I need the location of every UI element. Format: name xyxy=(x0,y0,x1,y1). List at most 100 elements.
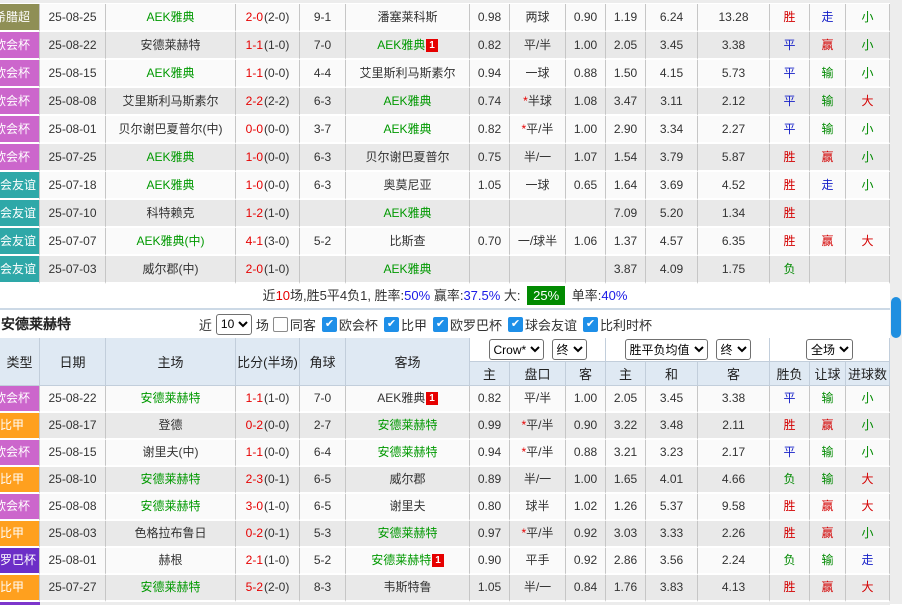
asian-handicap-cell: *平/半 xyxy=(510,440,566,467)
unchecked-checkbox-icon[interactable] xyxy=(273,317,288,332)
checked-checkbox-icon[interactable] xyxy=(433,317,448,332)
euro-stage-select[interactable]: 终 xyxy=(716,339,751,360)
goals-result-cell: 走 xyxy=(846,548,890,575)
asian-handicap-line: 一球 xyxy=(525,178,549,192)
match-type-badge: 球会友谊 xyxy=(0,200,40,226)
euro-home-odds: 2.05 xyxy=(606,386,646,413)
match-type-badge: 比甲 xyxy=(0,413,40,438)
euro-draw-odds: 3.83 xyxy=(646,575,698,602)
asian-away-odds: 0.88 xyxy=(566,440,606,467)
team-name: 安德莱赫特 xyxy=(140,472,200,486)
filter-欧会杯[interactable]: 欧会杯 xyxy=(322,315,378,334)
handicap-result-label: 赢 xyxy=(821,38,833,52)
filter-比利时杯[interactable]: 比利时杯 xyxy=(583,315,652,334)
asian-handicap-line: 半/一 xyxy=(524,150,551,164)
goals-result-label: 小 xyxy=(861,38,873,52)
euro-away-odds: 4.13 xyxy=(698,575,770,602)
goals-result-label: 小 xyxy=(862,526,874,540)
asian-handicap-line: 球半 xyxy=(525,499,549,513)
goals-result-cell: 大 xyxy=(846,228,890,256)
away-team-cell: 潘塞莱科斯 xyxy=(346,4,470,32)
euro-home-odds: 3.03 xyxy=(606,521,646,548)
home-team-cell: 赫根 xyxy=(106,548,236,575)
halftime-score: (1-0) xyxy=(264,206,289,220)
fulltime-score: 2-0 xyxy=(246,262,263,276)
near-label: 近 xyxy=(199,315,212,334)
team-rank-badge: 1 xyxy=(426,392,438,405)
euro-draw-odds: 4.01 xyxy=(646,467,698,494)
anderlecht-matches-table: 类型日期主场比分(半场)角球客场Crow*终胜平负均值终全场主盘口客主和客胜负让… xyxy=(0,338,890,602)
match-type-badge: 球会友谊 xyxy=(0,172,40,198)
match-type-badge: 欧会杯 xyxy=(0,32,40,58)
team-name: AEK雅典 xyxy=(377,38,425,52)
team-name: 贝尔谢巴夏普尔 xyxy=(365,150,449,164)
euro-home-odds: 3.47 xyxy=(606,88,646,116)
match-date: 25-08-08 xyxy=(40,88,106,116)
recent-form-summary: 近10场,胜5平4负1, 胜率:50% 赢率:37.5% 大: 25% 单率:4… xyxy=(0,284,890,310)
corner-score: 7-0 xyxy=(300,32,346,60)
goals-result-label: 小 xyxy=(861,150,873,164)
fulltime-score: 2-3 xyxy=(246,472,263,486)
match-result-label: 负 xyxy=(784,472,796,486)
team-name: AEK雅典 xyxy=(383,94,431,108)
asian-home-odds: 0.80 xyxy=(470,494,510,521)
team-name: AEK雅典 xyxy=(146,10,194,24)
dropdown-group-cell: Crow* 终 xyxy=(470,338,606,362)
checked-checkbox-icon[interactable] xyxy=(384,317,399,332)
home-team-cell: AEK雅典 xyxy=(106,60,236,88)
goals-result-cell: 大 xyxy=(846,88,890,116)
filter-欧罗巴杯[interactable]: 欧罗巴杯 xyxy=(433,315,502,334)
away-team-cell: 贝尔谢巴夏普尔 xyxy=(346,144,470,172)
filter-球会友谊[interactable]: 球会友谊 xyxy=(508,315,577,334)
match-type-cell: 球会友谊 xyxy=(0,228,40,256)
odds-provider-select[interactable]: Crow* xyxy=(489,339,544,360)
checked-checkbox-icon[interactable] xyxy=(583,317,598,332)
match-date: 25-08-15 xyxy=(40,60,106,88)
corner-score xyxy=(300,200,346,228)
match-row: 比甲25-07-27安德莱赫特5-2(2-0)8-3韦斯特鲁1.05半/一0.8… xyxy=(0,575,890,602)
team-name: 安德莱赫特 xyxy=(371,553,431,567)
dropdown-group: Crow* 终 xyxy=(470,339,605,360)
checked-checkbox-icon[interactable] xyxy=(508,317,523,332)
goals-result-cell: 小 xyxy=(846,60,890,88)
match-score-cell: 1-1(1-0) xyxy=(236,386,300,413)
home-team-cell: AEK雅典 xyxy=(106,4,236,32)
checked-checkbox-icon[interactable] xyxy=(322,317,337,332)
handicap-result-cell: 输 xyxy=(810,386,846,413)
column-header: 主 xyxy=(470,362,510,386)
match-date: 25-08-25 xyxy=(40,4,106,32)
away-team-cell: 安德莱赫特 xyxy=(346,521,470,548)
scope-select[interactable]: 全场 xyxy=(806,339,853,360)
asian-away-odds: 0.84 xyxy=(566,575,606,602)
euro-away-odds: 1.34 xyxy=(698,200,770,228)
match-row: 欧会杯25-08-08艾里斯利马斯素尔2-2(2-2)6-3AEK雅典0.74*… xyxy=(0,88,890,116)
avg-odds-select[interactable]: 胜平负均值 xyxy=(625,339,708,360)
home-team-cell: 艾里斯利马斯素尔 xyxy=(106,88,236,116)
filter-比甲[interactable]: 比甲 xyxy=(384,315,427,334)
asian-home-odds: 1.05 xyxy=(470,172,510,200)
match-result-cell: 胜 xyxy=(770,172,810,200)
euro-draw-odds: 3.34 xyxy=(646,116,698,144)
halftime-score: (1-0) xyxy=(264,553,289,567)
fulltime-score: 0-0 xyxy=(246,122,263,136)
scrollbar-thumb[interactable] xyxy=(891,297,901,338)
match-row: 球会友谊25-07-07AEK雅典(中)4-1(3-0)5-2比斯查0.70一/… xyxy=(0,228,890,256)
asian-stage-select[interactable]: 终 xyxy=(552,339,587,360)
asian-away-odds: 0.92 xyxy=(566,521,606,548)
match-score-cell: 1-1(0-0) xyxy=(236,60,300,88)
fulltime-score: 0-2 xyxy=(246,526,263,540)
match-score-cell: 3-0(1-0) xyxy=(236,494,300,521)
filter-同客[interactable]: 同客 xyxy=(273,315,316,334)
team-name: AEK雅典 xyxy=(383,206,431,220)
recent-count-select[interactable]: 10 xyxy=(216,314,252,335)
fulltime-score: 1-2 xyxy=(246,206,263,220)
scrollbar-track[interactable] xyxy=(890,0,902,604)
away-team-cell: 艾里斯利马斯素尔 xyxy=(346,60,470,88)
match-type-cell: 球会友谊 xyxy=(0,256,40,284)
goals-result-cell: 小 xyxy=(846,440,890,467)
asian-handicap-line: 平/半 xyxy=(526,122,553,136)
home-team-cell: AEK雅典 xyxy=(106,172,236,200)
header-row-controls: 类型日期主场比分(半场)角球客场Crow*终胜平负均值终全场 xyxy=(0,338,890,362)
match-date: 25-08-03 xyxy=(40,521,106,548)
match-row: 比甲25-08-10安德莱赫特2-3(0-1)6-5威尔郡0.89半/一1.00… xyxy=(0,467,890,494)
